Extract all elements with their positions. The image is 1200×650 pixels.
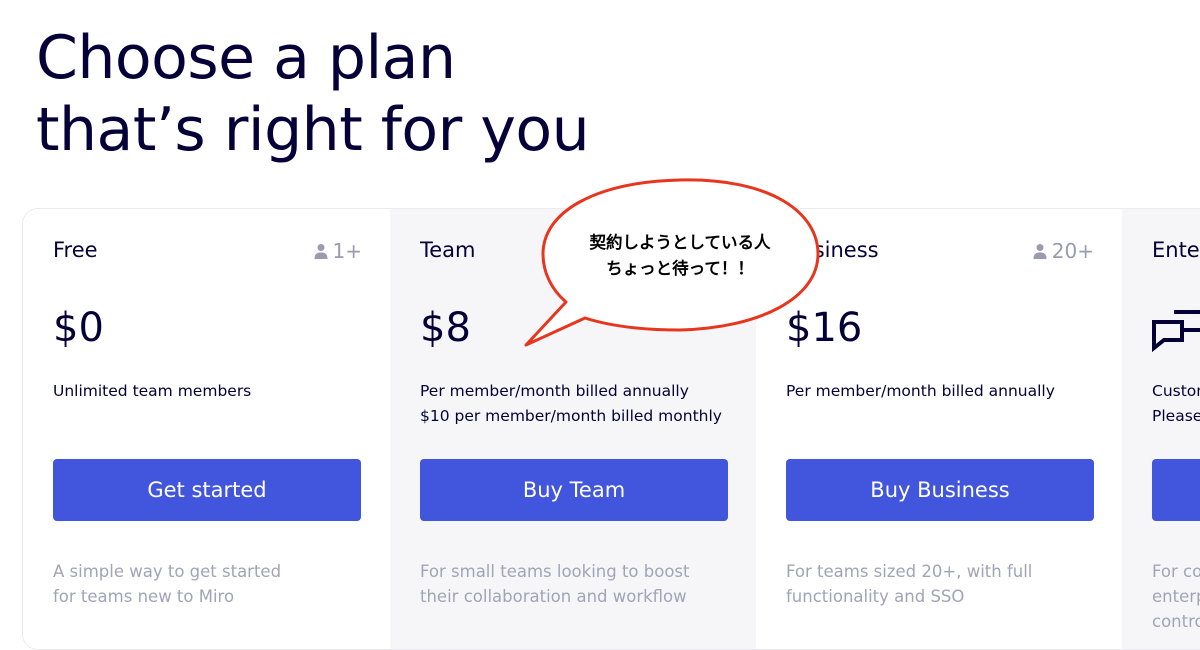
speech-bubble-line-2: ちょっと待って！！ — [606, 259, 754, 278]
plan-tagline-line: enterp — [1152, 587, 1200, 606]
plan-tagline-line: functionality and SSO — [786, 587, 965, 606]
plan-description-line: Please — [1152, 407, 1200, 425]
speech-bubble-line-1: 契約しようとしている人 — [589, 233, 771, 252]
plan-card-free: Free 1+ $0 Unlimited team members Get st… — [23, 209, 390, 649]
plan-tagline-line: For co — [1152, 562, 1200, 581]
plan-tagline: For co enterp contro — [1152, 559, 1200, 634]
team-size-label: 1+ — [332, 239, 362, 263]
person-icon — [1033, 243, 1047, 259]
get-started-button[interactable]: Get started — [53, 459, 361, 521]
plan-tagline-line: A simple way to get started — [53, 562, 282, 581]
plan-price: $0 — [53, 305, 104, 351]
team-size-badge: 20+ — [1033, 239, 1094, 263]
plan-description-line: Custom — [1152, 382, 1200, 400]
plan-price: $8 — [420, 305, 471, 351]
plan-card-enterprise: Enterprise Custom Please For co enterp c… — [1122, 209, 1200, 649]
plan-tagline: For teams sized 20+, with full functiona… — [786, 559, 1032, 609]
page-title: Choose a plan that’s right for you — [36, 22, 590, 166]
plan-description-line: $10 per member/month billed monthly — [420, 407, 722, 425]
speech-bubble-text: 契約しようとしている人 ちょっと待って！！ — [545, 230, 815, 282]
plan-tagline-line: their collaboration and workflow — [420, 587, 687, 606]
plan-tagline-line: For teams sized 20+, with full — [786, 562, 1033, 581]
plan-description: Per member/month billed annually — [786, 379, 1055, 404]
plan-tagline-line: For small teams looking to boost — [420, 562, 690, 581]
plan-description-line: Per member/month billed annually — [420, 382, 689, 400]
plan-price: $16 — [786, 305, 863, 351]
buy-business-button[interactable]: Buy Business — [786, 459, 1094, 521]
plan-name: Enterprise — [1152, 238, 1200, 262]
buy-team-button[interactable]: Buy Team — [420, 459, 728, 521]
page-title-line-1: Choose a plan — [36, 23, 456, 93]
team-size-label: 20+ — [1051, 239, 1094, 263]
plan-tagline-line: for teams new to Miro — [53, 587, 235, 606]
plan-description: Custom Please — [1152, 379, 1200, 429]
plan-name: Free — [53, 238, 98, 262]
plan-name: Team — [420, 238, 476, 262]
team-size-badge: 1+ — [314, 239, 362, 263]
plan-description: Unlimited team members — [53, 379, 251, 404]
person-icon — [314, 243, 328, 259]
plan-tagline: A simple way to get started for teams ne… — [53, 559, 281, 609]
plan-description: Per member/month billed annually $10 per… — [420, 379, 722, 429]
plan-description-line: Per member/month billed annually — [786, 382, 1055, 400]
plan-tagline: For small teams looking to boost their c… — [420, 559, 690, 609]
plan-description-line: Unlimited team members — [53, 382, 252, 400]
page-title-line-2: that’s right for you — [36, 95, 590, 165]
enterprise-icon — [1152, 302, 1200, 360]
enterprise-cta-button[interactable] — [1152, 459, 1200, 521]
plan-tagline-line: contro — [1152, 612, 1200, 631]
